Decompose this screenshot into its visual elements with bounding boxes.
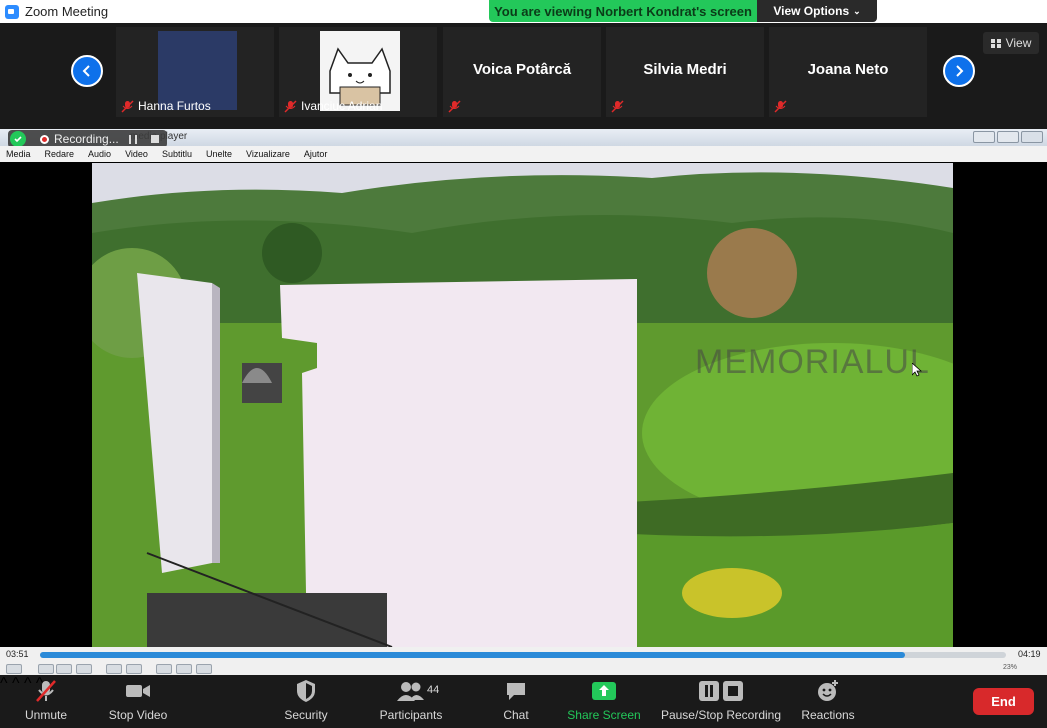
- share-screen-icon: [591, 678, 617, 704]
- chat-button[interactable]: Chat: [496, 675, 536, 728]
- menu-media[interactable]: Media: [6, 149, 31, 159]
- grid-view-icon: [990, 38, 1001, 48]
- chevron-down-icon: ⌄: [853, 5, 861, 16]
- close-button[interactable]: [1021, 131, 1043, 143]
- menu-redare[interactable]: Redare: [45, 149, 75, 159]
- previous-button[interactable]: [38, 664, 54, 674]
- security-label: Security: [284, 708, 328, 722]
- maximize-button[interactable]: [997, 131, 1019, 143]
- stop-button[interactable]: [56, 664, 72, 674]
- video-frame: MEMORIALUL: [92, 163, 953, 647]
- previous-page-button[interactable]: [71, 55, 103, 87]
- meeting-toolbar: Unmute ^ Stop Video ^ Security Participa…: [0, 675, 1047, 728]
- pause-stop-recording-icon: [698, 678, 744, 704]
- chevron-right-icon: [956, 65, 964, 77]
- pause-recording-icon[interactable]: [128, 134, 137, 144]
- audio-options-caret-icon[interactable]: ^: [0, 675, 8, 692]
- zoom-app-icon: [5, 4, 19, 19]
- seek-bar-progress: [40, 652, 905, 658]
- muted-microphone-icon: [34, 678, 58, 704]
- muted-mic-icon: [448, 100, 461, 113]
- end-meeting-button[interactable]: End: [973, 688, 1034, 715]
- minimize-button[interactable]: [973, 131, 995, 143]
- participant-name: Ivanciuc Adrian: [301, 99, 383, 113]
- window-title: Zoom Meeting: [25, 4, 109, 19]
- menu-unelte[interactable]: Unelte: [206, 149, 232, 159]
- muted-mic-icon: [774, 100, 787, 113]
- recording-status: Recording...: [54, 132, 119, 146]
- pause-stop-recording-label: Pause/Stop Recording: [660, 708, 782, 722]
- muted-mic-icon: [611, 100, 624, 113]
- recording-dot-icon: [40, 134, 49, 144]
- smiley-plus-icon: [816, 678, 840, 704]
- view-options-button[interactable]: View Options ⌄: [757, 0, 877, 22]
- player-controls: 23%: [0, 663, 1047, 675]
- muted-mic-icon: [284, 100, 297, 113]
- play-pause-button[interactable]: [6, 664, 22, 674]
- menu-ajutor[interactable]: Ajutor: [304, 149, 328, 159]
- reactions-button[interactable]: Reactions: [798, 675, 858, 728]
- participant-name: Joana Neto: [807, 61, 889, 78]
- share-screen-button[interactable]: Share Screen: [566, 675, 642, 728]
- share-screen-label: Share Screen: [567, 708, 641, 722]
- total-time: 04:19: [1018, 649, 1041, 659]
- next-page-button[interactable]: [943, 55, 975, 87]
- participant-name: Hanna Furtos: [138, 99, 211, 113]
- stop-video-button[interactable]: Stop Video: [104, 675, 172, 728]
- view-label: View: [1005, 36, 1032, 50]
- menu-vizualizare[interactable]: Vizualizare: [246, 149, 290, 159]
- window-buttons: [973, 131, 1043, 143]
- participants-label: Participants: [379, 708, 443, 722]
- pause-stop-recording-button[interactable]: Pause/Stop Recording: [660, 675, 782, 728]
- participant-tile[interactable]: Hanna Furtos: [116, 27, 274, 117]
- participant-count-badge: 44: [427, 684, 440, 696]
- extended-settings-button[interactable]: [126, 664, 142, 674]
- volume-level[interactable]: 23%: [1003, 664, 1017, 671]
- participants-icon: [396, 678, 426, 704]
- participant-name: Voica Potârcă: [472, 61, 572, 78]
- elapsed-time: 03:51: [6, 649, 29, 659]
- chevron-left-icon: [82, 65, 90, 77]
- seek-bar[interactable]: [40, 652, 1006, 658]
- view-options-label: View Options: [773, 4, 850, 18]
- video-camera-icon: [125, 678, 151, 704]
- participants-button[interactable]: Participants: [376, 675, 446, 728]
- playlist-button[interactable]: [156, 664, 172, 674]
- chat-label: Chat: [503, 708, 529, 722]
- unmute-button[interactable]: Unmute: [14, 675, 78, 728]
- menu-video[interactable]: Video: [125, 149, 148, 159]
- stop-recording-icon[interactable]: [150, 135, 159, 143]
- participant-tile[interactable]: Joana Neto: [769, 27, 927, 117]
- muted-mic-icon: [121, 100, 134, 113]
- participant-name: Silvia Medri: [643, 61, 727, 78]
- viewing-screen-banner: You are viewing Norbert Kondrat's screen: [489, 0, 757, 22]
- participant-tile[interactable]: Ivanciuc Adrian: [279, 27, 437, 117]
- menu-audio[interactable]: Audio: [88, 149, 111, 159]
- participant-tile[interactable]: Voica Potârcă: [443, 27, 601, 117]
- next-button[interactable]: [76, 664, 92, 674]
- loop-button[interactable]: [176, 664, 192, 674]
- unmute-label: Unmute: [24, 708, 68, 722]
- shield-icon: [296, 678, 316, 704]
- media-player-menubar: Media Redare Audio Video Subtitlu Unelte…: [0, 146, 1047, 162]
- reactions-label: Reactions: [801, 708, 855, 722]
- menu-subtitlu[interactable]: Subtitlu: [162, 149, 192, 159]
- view-button[interactable]: View: [983, 32, 1039, 54]
- participant-tile[interactable]: Silvia Medri: [606, 27, 764, 117]
- fullscreen-button[interactable]: [106, 664, 122, 674]
- participant-gallery-strip: Hanna Furtos Ivanciuc Adrian Voica Potâr…: [0, 23, 1047, 123]
- encryption-shield-icon: [10, 131, 26, 147]
- video-watermark: MEMORIALUL: [695, 343, 930, 381]
- memorial-landscape-image: [92, 163, 953, 647]
- shared-screen: media player Recording... Media Redare A…: [0, 129, 1047, 675]
- seek-bar-area: 03:51 04:19: [0, 647, 1047, 663]
- shuffle-button[interactable]: [196, 664, 212, 674]
- security-button[interactable]: Security: [278, 675, 334, 728]
- chat-bubble-icon: [505, 678, 527, 704]
- stop-video-label: Stop Video: [108, 708, 168, 722]
- mouse-cursor-icon: [912, 363, 922, 377]
